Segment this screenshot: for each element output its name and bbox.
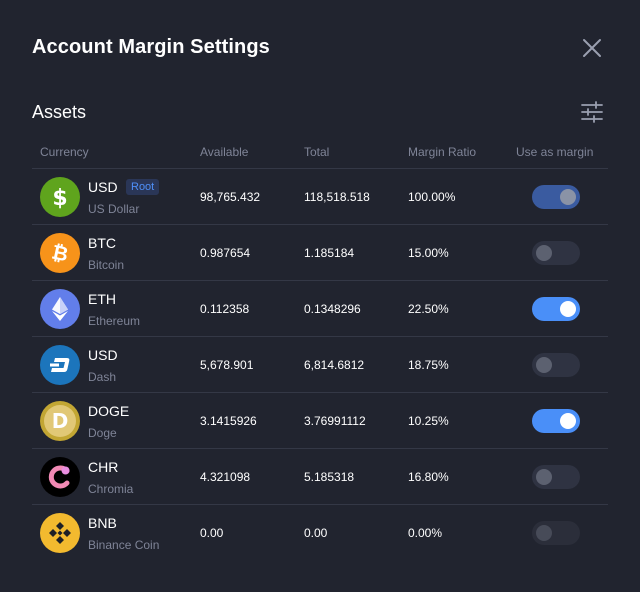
modal-title: Account Margin Settings [32,36,270,58]
available-value: 5,678.901 [200,358,254,372]
margin-ratio-value: 0.00% [408,526,443,540]
assets-table: Currency Available Total Margin Ratio Us… [32,140,608,560]
available-value: 0.987654 [200,246,251,260]
toggle-knob [536,525,552,541]
use-as-margin-toggle[interactable] [532,353,580,377]
svg-text:₿: ₿ [50,240,71,267]
toggle-knob [560,301,576,317]
use-as-margin-toggle[interactable] [532,241,580,265]
currency-symbol: BNB [88,515,117,531]
toggle-knob [560,413,576,429]
use-as-margin-toggle[interactable] [532,297,580,321]
total-value: 1.185184 [304,246,355,260]
use-as-margin-toggle[interactable] [532,185,580,209]
currency-name: Chromia [88,482,134,496]
total-value: 0.1348296 [304,302,361,316]
usd-icon: $ [40,177,80,217]
currency-symbol: USD [88,347,118,363]
assets-heading: Assets [32,102,87,122]
total-value: 3.76991112 [304,414,366,428]
table-header: Currency Available Total Margin Ratio Us… [32,140,608,169]
toggle-knob [560,189,576,205]
currency-symbol: BTC [88,235,116,251]
available-value: 0.112358 [200,302,250,316]
column-total: Total [304,145,330,159]
currency-name: Binance Coin [88,538,160,552]
chromia-icon [40,457,80,497]
total-value: 6,814.6812 [304,358,365,372]
column-available: Available [200,145,249,159]
filter-settings-button[interactable] [579,99,605,125]
currency-symbol: USD [88,179,118,195]
column-use-as-margin: Use as margin [516,145,594,159]
use-as-margin-toggle[interactable] [532,465,580,489]
total-value: 5.185318 [304,470,355,484]
table-row: CHR Chromia 4.321098 5.185318 16.80% [32,449,608,505]
table-row: BNB Binance Coin 0.00 0.00 0.00% [32,505,608,560]
table-row: $ USD Root US Dollar 98,765.432 118,518.… [32,169,608,225]
ethereum-icon [40,289,80,329]
dash-icon [40,345,80,385]
root-badge: Root [126,179,160,195]
currency-name: Bitcoin [88,258,125,272]
doge-icon: D [40,401,80,441]
svg-text:D: D [52,409,69,433]
binance-icon [40,513,80,553]
currency-name: US Dollar [88,202,140,216]
use-as-margin-toggle[interactable] [532,409,580,433]
toggle-knob [536,469,552,485]
table-row: USD Dash 5,678.901 6,814.6812 18.75% [32,337,608,393]
sliders-icon [581,101,603,123]
currency-symbol: CHR [88,459,119,475]
svg-text:$: $ [52,186,67,211]
margin-ratio-value: 18.75% [408,358,449,372]
total-value: 118,518.518 [304,190,370,204]
toggle-knob [536,357,552,373]
margin-ratio-value: 10.25% [408,414,449,428]
margin-ratio-value: 15.00% [408,246,449,260]
account-margin-settings-modal: Account Margin Settings Assets Currency … [0,0,640,592]
close-icon [583,39,601,57]
column-margin-ratio: Margin Ratio [408,145,477,159]
currency-name: Ethereum [88,314,141,328]
currency-symbol: DOGE [88,403,130,419]
table-row: ₿ BTC Bitcoin 0.987654 1.185184 15.00% [32,225,608,281]
close-button[interactable] [580,36,604,60]
margin-ratio-value: 100.00% [408,190,456,204]
toggle-knob [536,245,552,261]
currency-name: Dash [88,370,117,384]
total-value: 0.00 [304,526,328,540]
currency-name: Doge [88,426,117,440]
margin-ratio-value: 22.50% [408,302,449,316]
use-as-margin-toggle[interactable] [532,521,580,545]
table-row: D DOGE Doge 3.1415926 3.76991112 10.25% [32,393,608,449]
available-value: 4.321098 [200,470,251,484]
available-value: 98,765.432 [200,190,261,204]
available-value: 3.1415926 [200,414,257,428]
table-row: ETH Ethereum 0.112358 0.1348296 22.50% [32,281,608,337]
currency-symbol: ETH [88,291,116,307]
margin-ratio-value: 16.80% [408,470,449,484]
bitcoin-icon: ₿ [40,233,80,273]
available-value: 0.00 [200,526,224,540]
column-currency: Currency [40,145,89,159]
